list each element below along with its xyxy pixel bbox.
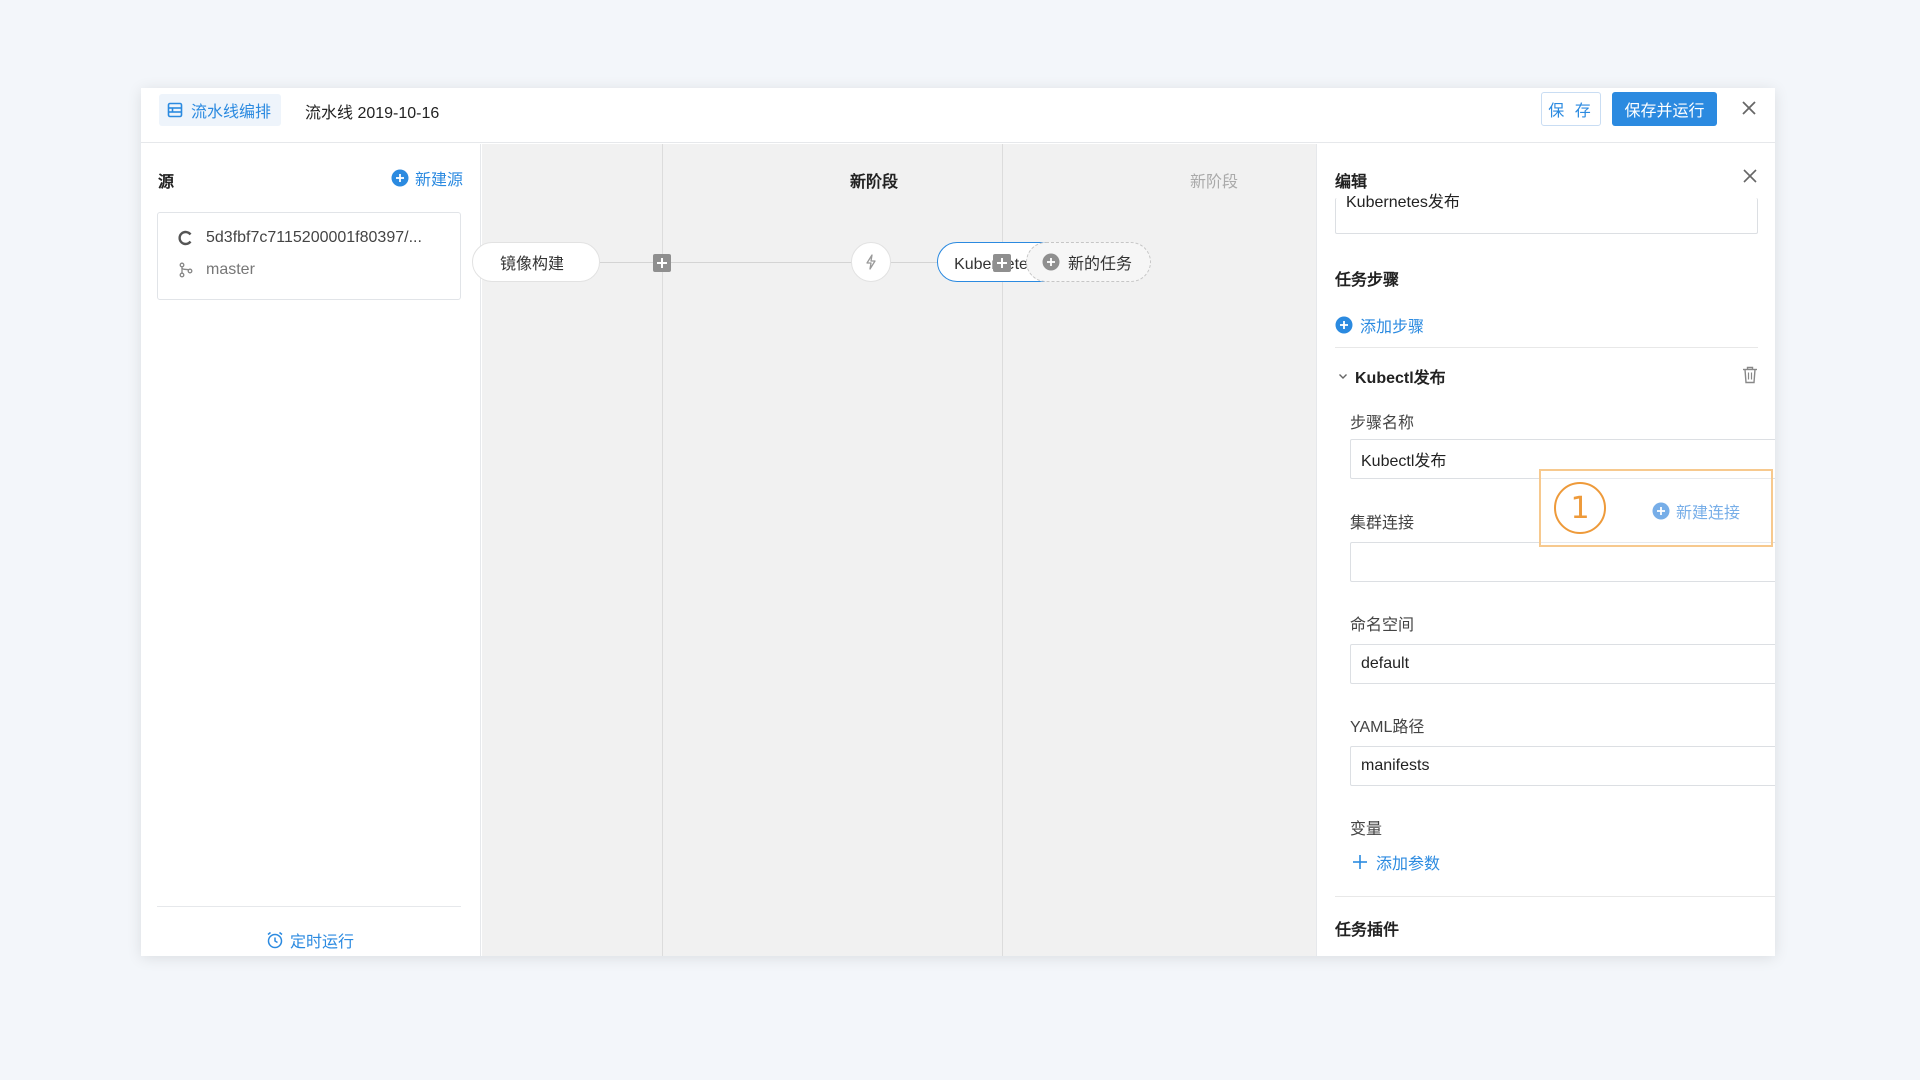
add-stage-icon[interactable] bbox=[653, 254, 671, 272]
section-divider bbox=[1335, 347, 1758, 348]
step-badge: 1 bbox=[1554, 482, 1606, 534]
edit-title: 编辑 bbox=[1335, 174, 1368, 191]
pipeline-name: 流水线 2019-10-16 bbox=[305, 105, 440, 122]
next-stage-title[interactable]: 新阶段 bbox=[1190, 168, 1238, 192]
source-panel: 源 新建源 5d3fbf7c7115200001f80397/... maste… bbox=[141, 144, 481, 956]
pipeline-orchestration-tab[interactable]: 流水线编排 bbox=[159, 94, 282, 126]
plus-icon bbox=[1353, 855, 1367, 869]
add-param-label: 添加参数 bbox=[1376, 856, 1441, 873]
add-step-button[interactable]: 添加步骤 bbox=[1335, 313, 1424, 337]
source-branch: master bbox=[206, 261, 255, 278]
add-step-label: 添加步骤 bbox=[1360, 319, 1425, 336]
variables-label: 变量 bbox=[1350, 821, 1383, 838]
new-source-label: 新建源 bbox=[415, 172, 464, 189]
close-icon[interactable] bbox=[1740, 166, 1760, 186]
stage-title[interactable]: 新阶段 bbox=[850, 168, 898, 192]
close-icon[interactable] bbox=[1737, 96, 1761, 120]
scheduled-run-label: 定时运行 bbox=[290, 934, 355, 951]
plus-circle-icon bbox=[1335, 316, 1353, 334]
header-bar: 流水线编排 流水线 2019-10-16 保 存 保存并运行 bbox=[141, 88, 1775, 143]
source-title: 源 bbox=[158, 174, 175, 191]
plus-circle-icon bbox=[1042, 253, 1060, 271]
step-section-title: Kubectl发布 bbox=[1355, 370, 1446, 387]
namespace-value: default bbox=[1361, 655, 1410, 672]
new-connection-label: 新建连接 bbox=[1676, 505, 1741, 522]
pipeline-editor-window: 流水线编排 流水线 2019-10-16 保 存 保存并运行 源 新建源 5d3… bbox=[141, 88, 1775, 956]
save-button[interactable]: 保 存 bbox=[1541, 92, 1601, 126]
pipeline-orchestration-label: 流水线编排 bbox=[191, 104, 272, 121]
cluster-connection-select[interactable] bbox=[1350, 542, 1775, 582]
new-task-label: 新的任务 bbox=[1068, 256, 1133, 273]
namespace-input[interactable]: default bbox=[1350, 644, 1775, 684]
trash-icon[interactable] bbox=[1742, 366, 1758, 384]
source-divider bbox=[157, 906, 461, 907]
scheduled-run-button[interactable]: 定时运行 bbox=[266, 928, 354, 952]
plus-circle-icon bbox=[391, 169, 409, 187]
namespace-label: 命名空间 bbox=[1350, 617, 1415, 634]
task-name-value: Kubernetes发布 bbox=[1346, 194, 1460, 211]
cluster-connection-label: 集群连接 bbox=[1350, 515, 1415, 532]
section-divider bbox=[1335, 896, 1775, 897]
trigger-icon[interactable] bbox=[851, 242, 891, 282]
source-card[interactable]: 5d3fbf7c7115200001f80397/... master bbox=[157, 212, 461, 300]
repo-icon bbox=[178, 230, 194, 246]
task-plugins-title: 任务插件 bbox=[1335, 922, 1400, 939]
new-source-button[interactable]: 新建源 bbox=[391, 166, 463, 190]
task-image-build[interactable]: 镜像构建 bbox=[472, 242, 600, 282]
add-param-button[interactable]: 添加参数 bbox=[1352, 850, 1440, 874]
plus-circle-icon bbox=[1652, 502, 1670, 520]
step-section-toggle[interactable]: Kubectl发布 bbox=[1337, 364, 1446, 388]
step-name-value: Kubectl发布 bbox=[1361, 453, 1447, 470]
yaml-path-label: YAML路径 bbox=[1350, 719, 1425, 736]
pipeline-canvas: 镜像构建 新阶段 Kubernetes发布 新阶段 bbox=[472, 144, 1316, 956]
task-steps-title: 任务步骤 bbox=[1335, 272, 1400, 289]
add-stage-icon[interactable] bbox=[993, 254, 1011, 272]
new-task-button[interactable]: 新的任务 bbox=[1026, 242, 1151, 282]
caret-down-icon bbox=[1339, 374, 1347, 379]
source-repo: 5d3fbf7c7115200001f80397/... bbox=[206, 229, 422, 246]
pipeline-icon bbox=[167, 102, 183, 118]
branch-icon bbox=[178, 262, 194, 278]
edit-panel: 编辑 Kubernetes发布 任务步骤 添加步骤 Kubectl发布 步骤名称… bbox=[1316, 144, 1775, 956]
task-name-input[interactable]: Kubernetes发布 bbox=[1335, 194, 1758, 234]
task-image-build-label: 镜像构建 bbox=[500, 256, 565, 273]
alarm-clock-icon bbox=[267, 931, 283, 949]
yaml-path-input[interactable]: manifests bbox=[1350, 746, 1775, 786]
step-name-label: 步骤名称 bbox=[1350, 415, 1415, 432]
new-connection-button[interactable]: 新建连接 bbox=[1652, 499, 1740, 523]
save-and-run-button[interactable]: 保存并运行 bbox=[1612, 92, 1717, 126]
yaml-path-value: manifests bbox=[1361, 757, 1430, 774]
